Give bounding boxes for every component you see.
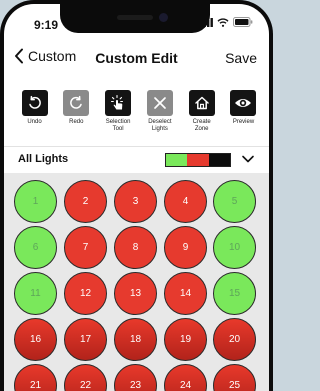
light-18[interactable]: 18 — [114, 318, 157, 361]
light-2[interactable]: 2 — [64, 180, 107, 223]
light-grid: 1 2 3 4 5 6 7 8 9 10 11 12 13 14 15 16 17 18 19 20 21 22 23 24 2… — [4, 173, 269, 391]
light-7[interactable]: 7 — [64, 226, 107, 269]
light-17[interactable]: 17 — [64, 318, 107, 361]
light-24[interactable]: 24 — [164, 364, 207, 391]
selection-tool-label: Selection Tool — [105, 119, 131, 132]
redo-button[interactable]: Redo — [60, 90, 93, 133]
group-selector: All Lights — [4, 147, 269, 173]
light-19[interactable]: 19 — [164, 318, 207, 361]
light-12[interactable]: 12 — [64, 272, 107, 315]
screen: 9:19 Custom Custom Edit Save Undo Redo S… — [4, 4, 269, 391]
swatch-red — [187, 154, 209, 166]
home-icon — [194, 96, 209, 110]
swatch-black — [208, 154, 230, 166]
undo-button[interactable]: Undo — [18, 90, 51, 133]
notch — [60, 4, 210, 33]
preview-label: Preview — [232, 119, 255, 125]
group-label: All Lights — [18, 153, 69, 165]
light-16[interactable]: 16 — [14, 318, 57, 361]
tap-icon — [111, 94, 124, 110]
light-11[interactable]: 11 — [14, 272, 57, 315]
toolbar: Undo Redo Selection Tool Deselect Lights… — [18, 90, 260, 133]
light-1[interactable]: 1 — [14, 180, 57, 223]
create-zone-icon-box — [188, 90, 215, 116]
navigation-bar: Custom Custom Edit Save — [4, 42, 269, 74]
preview-icon-box — [230, 90, 257, 116]
light-6[interactable]: 6 — [14, 226, 57, 269]
front-camera — [159, 13, 168, 22]
light-23[interactable]: 23 — [114, 364, 157, 391]
light-13[interactable]: 13 — [114, 272, 157, 315]
chevron-down-icon[interactable] — [241, 154, 255, 164]
create-zone-button[interactable]: Create Zone — [185, 90, 218, 133]
light-25[interactable]: 25 — [213, 364, 256, 391]
redo-icon — [70, 95, 83, 109]
light-8[interactable]: 8 — [114, 226, 157, 269]
light-3[interactable]: 3 — [114, 180, 157, 223]
close-icon — [154, 97, 166, 109]
undo-label: Undo — [27, 119, 42, 125]
light-5[interactable]: 5 — [213, 180, 256, 223]
save-button[interactable]: Save — [225, 50, 257, 66]
selection-tool-button[interactable]: Selection Tool — [102, 90, 135, 133]
eye-icon — [235, 99, 252, 107]
light-21[interactable]: 21 — [14, 364, 57, 391]
light-9[interactable]: 9 — [164, 226, 207, 269]
undo-icon — [28, 95, 41, 109]
preview-button[interactable]: Preview — [227, 90, 260, 133]
color-swatches[interactable] — [165, 153, 231, 167]
create-zone-label: Create Zone — [192, 119, 211, 132]
redo-icon-box — [63, 90, 90, 116]
undo-icon-box — [21, 90, 48, 116]
swatch-green — [166, 154, 188, 166]
battery-icon — [233, 17, 253, 27]
light-20[interactable]: 20 — [213, 318, 256, 361]
deselect-icon-box — [146, 90, 173, 116]
light-15[interactable]: 15 — [213, 272, 256, 315]
phone-frame: 9:19 Custom Custom Edit Save Undo Redo S… — [0, 0, 273, 391]
light-10[interactable]: 10 — [213, 226, 256, 269]
light-4[interactable]: 4 — [164, 180, 207, 223]
light-22[interactable]: 22 — [64, 364, 107, 391]
selection-icon-box — [105, 90, 132, 116]
redo-label: Redo — [69, 119, 84, 125]
status-time: 9:19 — [34, 18, 59, 32]
deselect-lights-label: Deselect Lights — [148, 119, 172, 132]
light-14[interactable]: 14 — [164, 272, 207, 315]
wifi-icon — [217, 17, 229, 27]
deselect-lights-button[interactable]: Deselect Lights — [143, 90, 176, 133]
speaker-grille — [117, 15, 153, 20]
